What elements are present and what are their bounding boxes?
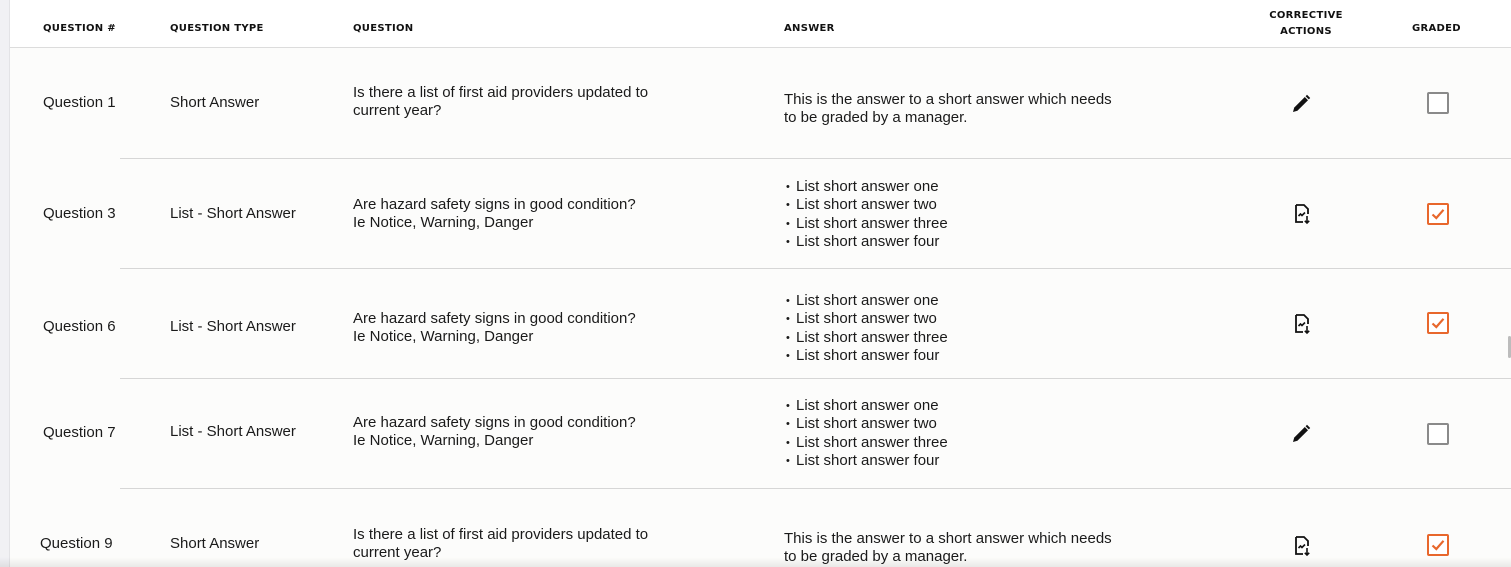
question-text-line: Are hazard safety signs in good conditio…: [353, 414, 636, 431]
graded-checkbox[interactable]: [1427, 534, 1449, 556]
answer-list-item: List short answer two: [784, 415, 948, 434]
table-row: Question 3 List - Short Answer Are hazar…: [10, 159, 1511, 269]
question-text: Are hazard safety signs in good conditio…: [353, 310, 636, 346]
col-header-answer: ANSWER: [784, 23, 835, 34]
answer-list-item: List short answer two: [784, 196, 948, 215]
graded-checkbox[interactable]: [1427, 203, 1449, 225]
question-number: Question 3: [43, 205, 116, 222]
table-row: Question 9 Short Answer Is there a list …: [10, 489, 1511, 567]
col-header-graded: GRADED: [1412, 23, 1461, 34]
question-type: List - Short Answer: [170, 423, 296, 440]
answer-list: List short answer one List short answer …: [784, 292, 948, 365]
table-header: QUESTION # QUESTION TYPE QUESTION ANSWER…: [10, 0, 1511, 48]
table-row: Question 6 List - Short Answer Are hazar…: [10, 269, 1511, 379]
answer-list: List short answer one List short answer …: [784, 178, 948, 251]
document-download-icon[interactable]: [1290, 534, 1314, 558]
col-header-corrective-line2: ACTIONS: [1280, 26, 1332, 37]
pencil-icon[interactable]: [1289, 422, 1313, 446]
table-row: Question 1 Short Answer Is there a list …: [10, 48, 1511, 159]
answer-list: List short answer one List short answer …: [784, 397, 948, 470]
question-text-line: Ie Notice, Warning, Danger: [353, 214, 534, 231]
answer-list-item: List short answer three: [784, 434, 948, 453]
answer-text: This is the answer to a short answer whi…: [784, 91, 1112, 127]
question-text-line: current year?: [353, 102, 442, 119]
document-download-icon[interactable]: [1290, 202, 1314, 226]
answer-list-item: List short answer one: [784, 292, 948, 311]
question-text: Are hazard safety signs in good conditio…: [353, 414, 636, 450]
side-panel-edge: [0, 0, 10, 567]
col-header-corrective-actions: CORRECTIVE ACTIONS: [1261, 8, 1351, 40]
col-header-question-type: QUESTION TYPE: [170, 23, 264, 34]
answer-list-item: List short answer one: [784, 397, 948, 416]
question-number: Question 1: [43, 94, 116, 111]
answer-list-item: List short answer two: [784, 310, 948, 329]
answer-list-item: List short answer four: [784, 233, 948, 252]
graded-checkbox[interactable]: [1427, 423, 1449, 445]
answer-text-line: to be graded by a manager.: [784, 109, 968, 126]
answer-list-item: List short answer four: [784, 347, 948, 366]
answer-text-line: This is the answer to a short answer whi…: [784, 91, 1112, 108]
bottom-fade: [0, 557, 1511, 567]
question-type: Short Answer: [170, 94, 260, 111]
answer-list-item: List short answer three: [784, 329, 948, 348]
col-header-corrective-line1: CORRECTIVE: [1269, 10, 1343, 21]
col-header-question: QUESTION: [353, 23, 414, 34]
answer-list-item: List short answer four: [784, 452, 948, 471]
answer-list-item: List short answer one: [784, 178, 948, 197]
question-text-line: Ie Notice, Warning, Danger: [353, 432, 534, 449]
answers-table: QUESTION # QUESTION TYPE QUESTION ANSWER…: [10, 0, 1511, 567]
graded-checkbox[interactable]: [1427, 92, 1449, 114]
question-number: Question 6: [43, 318, 116, 335]
question-text: Is there a list of first aid providers u…: [353, 84, 648, 120]
question-type: List - Short Answer: [170, 318, 296, 335]
question-number: Question 7: [43, 424, 116, 441]
col-header-question-number: QUESTION #: [43, 23, 116, 34]
question-type: Short Answer: [170, 535, 260, 552]
question-text-line: Are hazard safety signs in good conditio…: [353, 310, 636, 327]
question-text-line: Is there a list of first aid providers u…: [353, 526, 649, 543]
answer-list-item: List short answer three: [784, 215, 948, 234]
question-text-line: Are hazard safety signs in good conditio…: [353, 196, 636, 213]
graded-checkbox[interactable]: [1427, 312, 1449, 334]
pencil-icon[interactable]: [1289, 92, 1313, 116]
question-text-line: Is there a list of first aid providers u…: [353, 84, 649, 101]
question-text-line: Ie Notice, Warning, Danger: [353, 328, 534, 345]
question-type: List - Short Answer: [170, 205, 296, 222]
question-number: Question 9: [40, 535, 113, 552]
question-text: Are hazard safety signs in good conditio…: [353, 196, 636, 232]
document-download-icon[interactable]: [1290, 312, 1314, 336]
answer-text-line: This is the answer to a short answer whi…: [784, 530, 1112, 547]
table-row: Question 7 List - Short Answer Are hazar…: [10, 379, 1511, 489]
